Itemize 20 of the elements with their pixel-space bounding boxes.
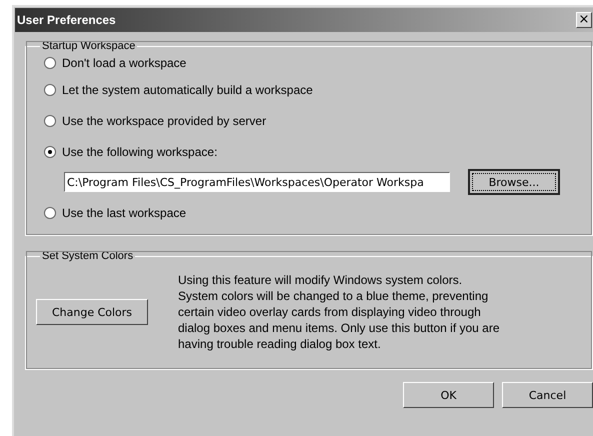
change-colors-button[interactable]: Change Colors: [36, 299, 148, 325]
option-label: Use the following workspace:: [62, 144, 218, 158]
window-title: User Preferences: [17, 13, 116, 27]
radio-button[interactable]: [44, 114, 56, 126]
radio-button[interactable]: [44, 206, 56, 218]
radio-button[interactable]: [44, 57, 56, 69]
browse-button[interactable]: Browse...: [468, 169, 560, 195]
dialog-button[interactable]: OK: [403, 382, 494, 408]
description-text: Using this feature will modify Windows system colors. System colors will be changed to a blue theme, preventing certain video overlay cards from displaying video through dialog boxes and menu items. Only use this button if you are having trouble reading dialog box text.: [178, 272, 501, 352]
dialog-button[interactable]: Cancel: [502, 382, 593, 408]
group-title: Set System Colors: [41, 250, 134, 262]
option-label: Use the workspace provided by server: [62, 114, 266, 128]
path-field[interactable]: C:\Program Files\CS_ProgramFiles\Workspaces\Operator Workspa: [64, 172, 450, 192]
option-label: Use the last workspace: [62, 206, 186, 220]
radio-button[interactable]: [44, 84, 56, 96]
group-title: Startup Workspace: [41, 40, 136, 52]
radio-button[interactable]: [44, 146, 56, 158]
option-label: Don't load a workspace: [62, 56, 186, 70]
close-button[interactable]: ×: [576, 12, 592, 28]
option-label: Let the system automatically build a workspace: [62, 82, 313, 96]
